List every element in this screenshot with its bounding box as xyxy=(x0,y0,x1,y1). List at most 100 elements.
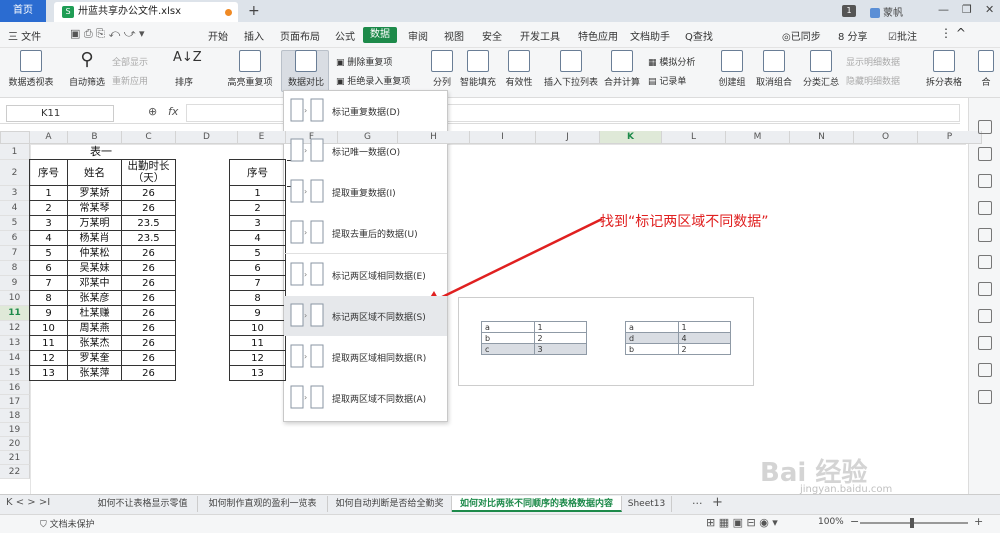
table1-cell[interactable]: 2 xyxy=(29,200,68,216)
col-header-L[interactable]: L xyxy=(662,131,726,144)
zoom-in-button[interactable]: + xyxy=(974,515,983,528)
sheet-tab-3[interactable]: 如何自动判断是否给全勤奖 xyxy=(328,496,452,512)
restore-icon[interactable]: ❐ xyxy=(962,3,972,16)
share-button[interactable]: 8 分享 xyxy=(838,28,868,43)
dropdown-list-button[interactable]: 插入下拉列表 xyxy=(542,50,600,88)
split-column-button[interactable]: 分列 xyxy=(430,50,454,88)
row-header-13[interactable]: 13 xyxy=(0,336,30,351)
comment-button[interactable]: ☑批注 xyxy=(888,28,917,43)
table1-cell[interactable]: 张某杰 xyxy=(67,335,122,351)
table2-cell[interactable]: 12 xyxy=(229,350,286,366)
menu-insert[interactable]: 插入 xyxy=(244,28,264,43)
more-sheets-icon[interactable]: ··· xyxy=(692,497,703,510)
sort-button[interactable]: A↓Z 排序 xyxy=(166,50,202,88)
table1-cell[interactable]: 13 xyxy=(29,365,68,381)
col-header-O[interactable]: O xyxy=(854,131,918,144)
subtotal-button[interactable]: 分类汇总 xyxy=(802,50,840,88)
row-header-19[interactable]: 19 xyxy=(0,423,30,437)
table1-cell[interactable]: 4 xyxy=(29,230,68,246)
col-header-B[interactable]: B xyxy=(68,131,122,144)
menu-page-layout[interactable]: 页面布局 xyxy=(280,28,320,43)
autofilter-button[interactable]: ⚲ 自动筛选 xyxy=(64,50,110,89)
show-all-button[interactable]: 全部显示 xyxy=(112,55,148,68)
view-mode-icons[interactable]: ⊞ ▦ ▣ ⊟ ◉ ▾ xyxy=(706,516,778,529)
document-icon[interactable] xyxy=(978,282,992,296)
menu-search[interactable]: Q查找 xyxy=(685,28,713,43)
simulate-button[interactable]: ▦ 模拟分析 xyxy=(648,55,695,68)
file-menu[interactable]: 三 文件 xyxy=(8,28,41,43)
record-button[interactable]: ▤ 记录单 xyxy=(648,74,686,87)
format-icon[interactable] xyxy=(978,174,992,188)
dropdown-item-5[interactable]: › 标记两区域相同数据(E) xyxy=(284,255,447,295)
row-header-17[interactable]: 17 xyxy=(0,395,30,409)
more-ribbon-button[interactable]: 合 xyxy=(976,50,996,88)
table2-cell[interactable]: 7 xyxy=(229,275,286,291)
table1-cell[interactable]: 26 xyxy=(121,200,176,216)
table1-cell[interactable]: 杜某赚 xyxy=(67,305,122,321)
table1-cell[interactable]: 杨某肖 xyxy=(67,230,122,246)
table1-cell[interactable]: 26 xyxy=(121,320,176,336)
row-header-22[interactable]: 22 xyxy=(0,465,30,479)
settings-icon[interactable] xyxy=(978,147,992,161)
table1-cell[interactable]: 周某燕 xyxy=(67,320,122,336)
reapply-button[interactable]: 重新应用 xyxy=(112,74,148,87)
table1-cell[interactable]: 26 xyxy=(121,260,176,276)
row-header-4[interactable]: 4 xyxy=(0,201,30,216)
table1-cell[interactable]: 吴某妹 xyxy=(67,260,122,276)
sheet-tab-5[interactable]: Sheet13 xyxy=(622,496,672,512)
row-header-5[interactable]: 5 xyxy=(0,216,30,231)
row-header-10[interactable]: 10 xyxy=(0,291,30,306)
table2-cell[interactable]: 8 xyxy=(229,290,286,306)
merge-calc-button[interactable]: 合并计算 xyxy=(603,50,641,88)
row-header-9[interactable]: 9 xyxy=(0,276,30,291)
table1-cell[interactable]: 26 xyxy=(121,350,176,366)
row-header-8[interactable]: 8 xyxy=(0,261,30,276)
minimize-icon[interactable]: — xyxy=(938,3,949,16)
create-group-button[interactable]: 创建组 xyxy=(716,50,748,88)
table1-cell[interactable]: 26 xyxy=(121,185,176,201)
col-header-M[interactable]: M xyxy=(726,131,790,144)
col-header-D[interactable]: D xyxy=(176,131,238,144)
table2-cell[interactable]: 11 xyxy=(229,335,286,351)
col-header-C[interactable]: C xyxy=(122,131,176,144)
row-header-16[interactable]: 16 xyxy=(0,381,30,395)
dropdown-item-3[interactable]: › 提取重复数据(I) xyxy=(284,172,447,212)
table2-cell[interactable]: 6 xyxy=(229,260,286,276)
smart-fill-button[interactable]: 智能填充 xyxy=(456,50,500,88)
col-header-K[interactable]: K xyxy=(600,131,662,144)
doc-protect-status[interactable]: ⛉ 文档未保护 xyxy=(40,517,95,530)
apps-icon[interactable] xyxy=(978,390,992,404)
remove-duplicates-button[interactable]: ▣ 删除重复项 xyxy=(336,55,392,68)
sync-status[interactable]: ◎已同步 xyxy=(782,28,821,43)
table1-cell[interactable]: 23.5 xyxy=(121,230,176,246)
table1-cell[interactable]: 26 xyxy=(121,245,176,261)
dropdown-item-6[interactable]: › 标记两区域不同数据(S) xyxy=(284,296,447,336)
pivot-table-button[interactable]: 数据透视表 xyxy=(6,50,56,88)
table1-cell[interactable]: 23.5 xyxy=(121,215,176,231)
quick-access-icons[interactable]: ▣ ⎙ ⎘ ⤺ ⤻ ▾ xyxy=(70,27,145,41)
table1-cell[interactable]: 3 xyxy=(29,215,68,231)
row-header-7[interactable]: 7 xyxy=(0,246,30,261)
name-box[interactable]: K11 xyxy=(6,105,114,122)
window-count-badge[interactable]: 1 xyxy=(842,5,856,17)
dropdown-item-8[interactable]: › 提取两区域不同数据(A) xyxy=(284,378,447,418)
row-header-11[interactable]: 11 xyxy=(0,306,30,321)
dropdown-item-1[interactable]: › 标记重复数据(D) xyxy=(284,91,447,131)
split-table-button[interactable]: 拆分表格 xyxy=(922,50,966,88)
user-account[interactable]: 蒙帆 xyxy=(870,4,903,19)
more-icon[interactable]: ⋮ ^ xyxy=(940,26,966,40)
hide-detail-button[interactable]: 隐藏明细数据 xyxy=(846,74,900,87)
menu-start[interactable]: 开始 xyxy=(208,28,228,43)
zoom-slider[interactable] xyxy=(860,522,968,524)
menu-doc-helper[interactable]: 文档助手 xyxy=(630,28,670,43)
zoom-out-button[interactable]: − xyxy=(850,515,859,528)
ungroup-button[interactable]: 取消组合 xyxy=(752,50,796,88)
col-header-J[interactable]: J xyxy=(536,131,600,144)
show-detail-button[interactable]: 显示明细数据 xyxy=(846,55,900,68)
highlight-duplicates-button[interactable]: 高亮重复项 xyxy=(224,50,276,88)
row-header-12[interactable]: 12 xyxy=(0,321,30,336)
row-header-21[interactable]: 21 xyxy=(0,451,30,465)
dropdown-item-2[interactable]: › 标记唯一数据(O) xyxy=(284,131,447,171)
sheet-tab-2[interactable]: 如何制作直观的盈利一览表 xyxy=(198,496,328,512)
table2-cell[interactable]: 5 xyxy=(229,245,286,261)
